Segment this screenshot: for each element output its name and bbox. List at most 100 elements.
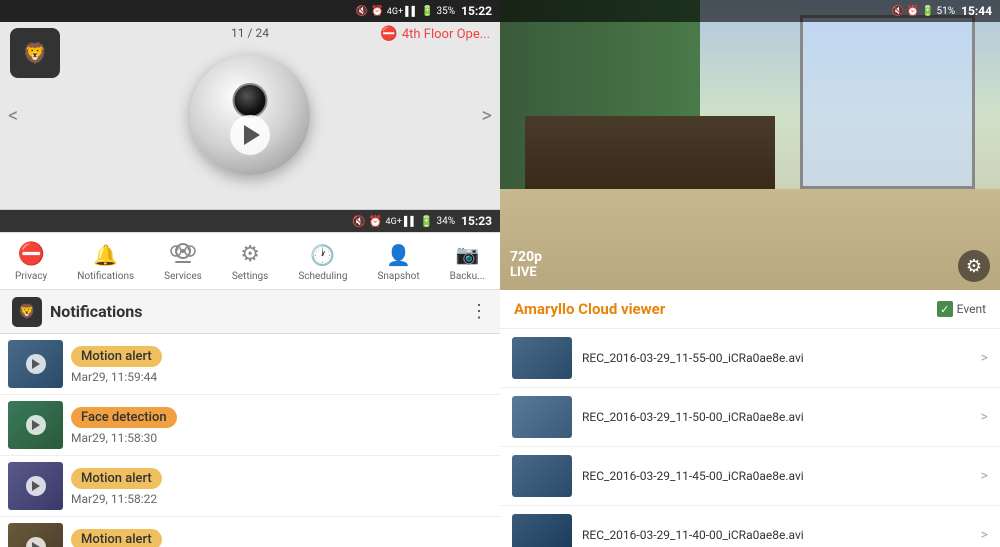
nav-item-settings[interactable]: ⚙ Settings — [232, 241, 269, 282]
notif-badge: Motion alert — [71, 346, 162, 367]
recording-thumbnail — [512, 455, 572, 497]
backup-icon: 📷 — [453, 241, 481, 269]
recording-arrow-icon: > — [981, 527, 988, 543]
resolution-label: 720p — [510, 249, 542, 265]
settings-label: Settings — [232, 271, 269, 282]
signal-icon-mid: 4G+ ▌▌ — [386, 216, 417, 227]
event-filter[interactable]: ✓ Event — [937, 301, 986, 317]
notif-play-icon — [26, 537, 46, 547]
nav-next-button[interactable]: > — [482, 103, 492, 127]
play-button[interactable] — [230, 115, 270, 155]
nav-item-privacy[interactable]: ⛔ Privacy — [15, 241, 47, 282]
scheduling-label: Scheduling — [298, 271, 347, 282]
time-mid: 15:23 — [461, 214, 492, 228]
notif-content: Motion alert Mar29, 11:58:22 — [71, 467, 492, 506]
notif-play-icon — [26, 476, 46, 496]
live-settings-button[interactable]: ⚙ — [958, 250, 990, 282]
notif-thumbnail — [8, 340, 63, 388]
recording-filename: REC_2016-03-29_11-40-00_iCRa0ae8e.avi — [582, 528, 971, 542]
notification-item[interactable]: Motion alert Mar29, 11:59:44 — [0, 334, 500, 395]
notif-play-triangle — [32, 542, 40, 547]
privacy-label: Privacy — [15, 271, 47, 282]
signal-icon: 4G+ ▌▌ — [387, 6, 418, 17]
settings-icon: ⚙ — [236, 241, 264, 269]
notif-badge: Motion alert — [71, 468, 162, 489]
left-panel: 🔇 ⏰ 4G+ ▌▌ 🔋 35% 15:22 🦁 11 / 24 ⛔ 4th F… — [0, 0, 500, 547]
nav-item-snapshot[interactable]: 👤 Snapshot — [377, 241, 419, 282]
notif-time: Mar29, 11:58:22 — [71, 492, 492, 506]
live-view: 🔇 ⏰ 🔋 51% 15:44 720p LIVE ⚙ — [500, 0, 1000, 290]
event-label: Event — [957, 302, 986, 316]
recording-list: REC_2016-03-29_11-55-00_iCRa0ae8e.avi > … — [500, 329, 1000, 547]
cloud-viewer-panel: Amaryllo Cloud viewer ✓ Event REC_2016-0… — [500, 290, 1000, 547]
alarm-icon-mid: ⏰ — [369, 215, 383, 228]
notif-thumbnail — [8, 523, 63, 547]
event-checkbox-icon: ✓ — [937, 301, 953, 317]
live-status-icons: 🔇 ⏰ 🔋 51% — [892, 6, 955, 17]
notif-content: Motion alert Mar29, 11:57:00 — [71, 528, 492, 547]
notif-badge: Motion alert — [71, 529, 162, 547]
camera-device — [190, 55, 310, 175]
nav-bar: ⛔ Privacy 🔔 Notifications Services — [0, 232, 500, 290]
status-bar-top: 🔇 ⏰ 4G+ ▌▌ 🔋 35% 15:22 — [0, 0, 500, 22]
notifications-panel: 🦁 Notifications ⋮ Motion alert Mar29, 11… — [0, 290, 500, 547]
camera-title-text: 4th Floor Ope... — [402, 27, 490, 42]
notification-item[interactable]: Face detection Mar29, 11:58:30 — [0, 395, 500, 456]
services-icon — [169, 241, 197, 269]
room-furniture — [525, 116, 775, 189]
live-badge: 720p LIVE — [510, 249, 542, 280]
notif-content: Face detection Mar29, 11:58:30 — [71, 406, 492, 445]
status-icons-mid: 🔇 ⏰ 4G+ ▌▌ 🔋 34% — [352, 215, 455, 228]
mute-icon-mid: 🔇 — [352, 215, 366, 228]
stop-icon: ⛔ — [380, 26, 397, 42]
camera-lens — [233, 83, 268, 118]
notif-play-triangle — [32, 420, 40, 430]
backup-label: Backu... — [450, 271, 485, 282]
room-scene — [500, 0, 1000, 290]
notif-content: Motion alert Mar29, 11:59:44 — [71, 345, 492, 384]
recording-thumbnail — [512, 337, 572, 379]
recording-item[interactable]: REC_2016-03-29_11-50-00_iCRa0ae8e.avi > — [500, 388, 1000, 447]
camera-view: 🔇 ⏰ 4G+ ▌▌ 🔋 35% 15:22 🦁 11 / 24 ⛔ 4th F… — [0, 0, 500, 210]
nav-item-services[interactable]: Services — [164, 241, 202, 282]
cloud-viewer-title: Amaryllo Cloud viewer — [514, 300, 665, 318]
time-left-top: 15:22 — [461, 4, 492, 18]
recording-item[interactable]: REC_2016-03-29_11-40-00_iCRa0ae8e.avi > — [500, 506, 1000, 547]
recording-thumbnail — [512, 396, 572, 438]
battery-icon: 🔋 — [421, 6, 433, 17]
nav-item-notifications[interactable]: 🔔 Notifications — [77, 241, 134, 282]
notifications-title: Notifications — [50, 302, 143, 321]
recording-item[interactable]: REC_2016-03-29_11-55-00_iCRa0ae8e.avi > — [500, 329, 1000, 388]
notifications-header: 🦁 Notifications ⋮ — [0, 290, 500, 334]
recording-thumbnail — [512, 514, 572, 547]
status-bar-mid: 🔇 ⏰ 4G+ ▌▌ 🔋 34% 15:23 — [0, 210, 500, 232]
live-status-bar: 🔇 ⏰ 🔋 51% 15:44 — [500, 0, 1000, 22]
nav-item-scheduling[interactable]: 🕐 Scheduling — [298, 241, 347, 282]
recording-filename: REC_2016-03-29_11-45-00_iCRa0ae8e.avi — [582, 469, 971, 483]
notif-badge: Face detection — [71, 407, 177, 428]
nav-prev-button[interactable]: < — [8, 103, 18, 127]
recording-item[interactable]: REC_2016-03-29_11-45-00_iCRa0ae8e.avi > — [500, 447, 1000, 506]
battery-icon-mid: 🔋 — [420, 215, 434, 228]
notifications-list: Motion alert Mar29, 11:59:44 Face detect… — [0, 334, 500, 547]
snapshot-label: Snapshot — [377, 271, 419, 282]
room-floor — [500, 189, 1000, 291]
notif-play-triangle — [32, 359, 40, 369]
mute-icon: 🔇 — [356, 6, 368, 17]
nav-counter: 11 / 24 — [231, 26, 269, 40]
right-panel: 🔇 ⏰ 🔋 51% 15:44 720p LIVE ⚙ Amaryllo Clo… — [500, 0, 1000, 547]
recording-arrow-icon: > — [981, 468, 988, 484]
battery-pct: 35% — [437, 6, 456, 17]
play-triangle-icon — [244, 125, 260, 145]
notification-item[interactable]: Motion alert Mar29, 11:58:22 — [0, 456, 500, 517]
notif-time: Mar29, 11:58:30 — [71, 431, 492, 445]
scheduling-icon: 🕐 — [309, 241, 337, 269]
notification-item[interactable]: Motion alert Mar29, 11:57:00 — [0, 517, 500, 547]
alarm-icon: ⏰ — [371, 6, 383, 17]
camera-title: ⛔ 4th Floor Ope... — [380, 26, 490, 42]
recording-arrow-icon: > — [981, 409, 988, 425]
notifications-menu-button[interactable]: ⋮ — [470, 301, 488, 322]
notif-thumbnail — [8, 401, 63, 449]
nav-item-backup[interactable]: 📷 Backu... — [450, 241, 485, 282]
notifications-header-left: 🦁 Notifications — [12, 297, 143, 327]
